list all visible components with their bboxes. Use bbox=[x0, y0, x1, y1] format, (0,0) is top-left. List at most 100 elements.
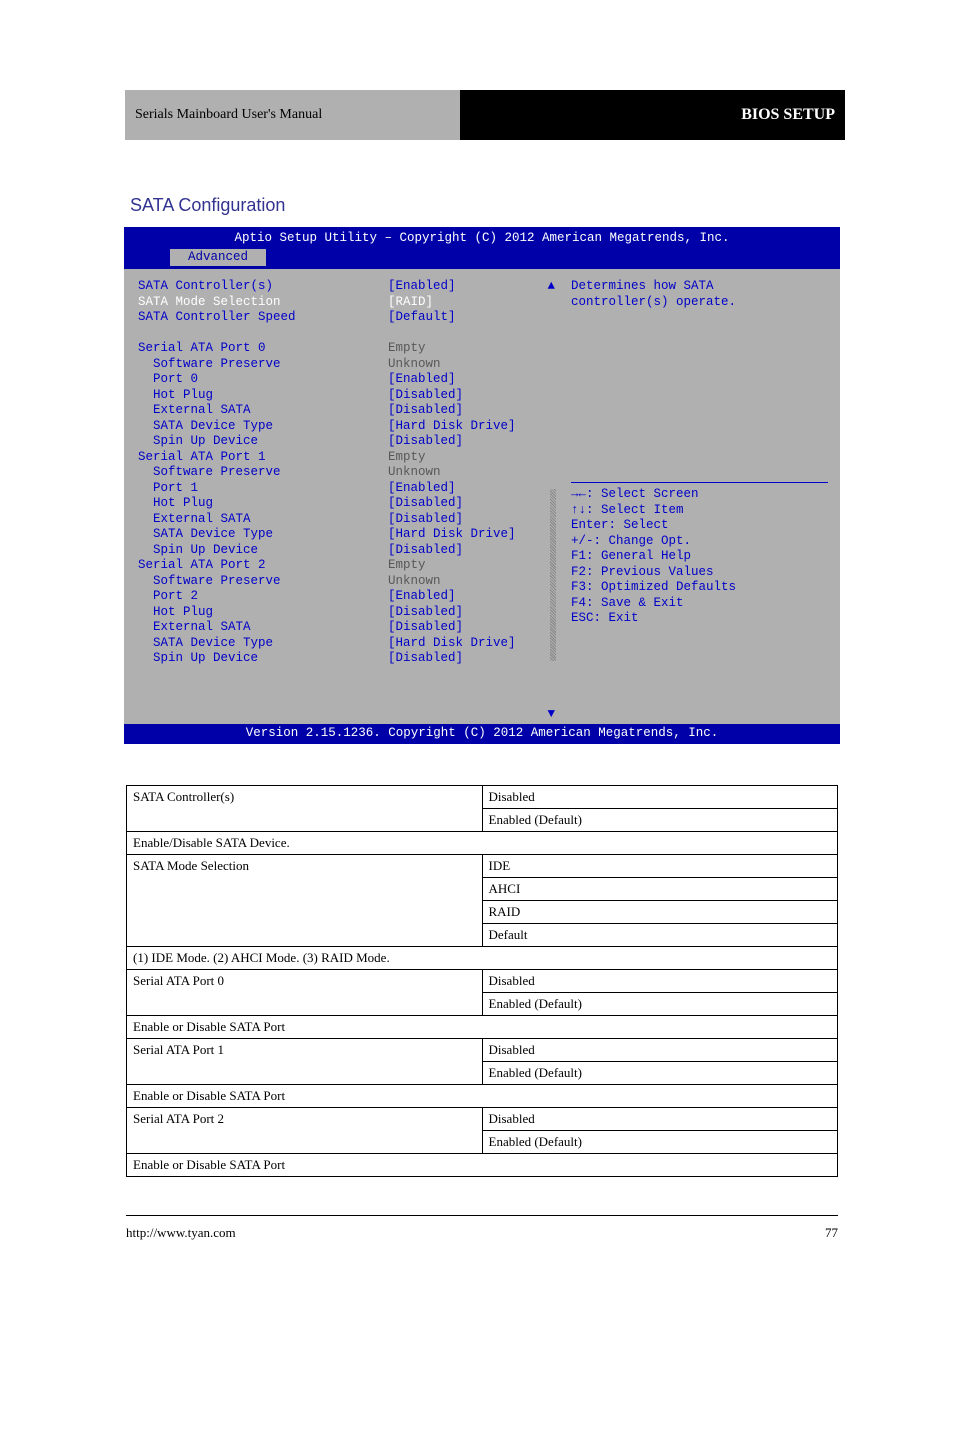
nav-key-line: ↑↓: Select Item bbox=[571, 503, 840, 519]
bios-row[interactable]: Hot Plug[Disabled] bbox=[138, 496, 559, 512]
header-section-text: BIOS SETUP bbox=[460, 90, 845, 140]
scroll-down-icon[interactable]: ▼ bbox=[547, 707, 555, 723]
table-option-value: Disabled bbox=[482, 1039, 838, 1062]
bios-row[interactable]: Spin Up Device[Disabled] bbox=[138, 543, 559, 559]
bios-row-label: Spin Up Device bbox=[138, 434, 388, 450]
bios-row[interactable]: SATA Controller Speed[Default] bbox=[138, 310, 559, 326]
bios-row[interactable]: External SATA[Disabled] bbox=[138, 620, 559, 636]
bios-version-bar: Version 2.15.1236. Copyright (C) 2012 Am… bbox=[124, 724, 840, 744]
bios-right-panel: Determines how SATA controller(s) operat… bbox=[559, 269, 840, 724]
bios-row[interactable]: External SATA[Disabled] bbox=[138, 403, 559, 419]
bios-row-value: [Enabled] bbox=[388, 589, 456, 605]
bios-row[interactable]: SATA Device Type[Hard Disk Drive] bbox=[138, 527, 559, 543]
bios-row-label: External SATA bbox=[138, 512, 388, 528]
bios-row-label: SATA Mode Selection bbox=[138, 295, 388, 311]
table-option-value: Disabled bbox=[482, 786, 838, 809]
nav-key-line: ESC: Exit bbox=[571, 611, 840, 627]
bios-row-label: Software Preserve bbox=[138, 574, 388, 590]
help-text-line: Determines how SATA bbox=[571, 279, 840, 295]
bios-row-value: [Disabled] bbox=[388, 543, 463, 559]
nav-key-line: →←: Select Screen bbox=[571, 487, 840, 503]
bios-row[interactable]: SATA Mode Selection[RAID] bbox=[138, 295, 559, 311]
table-option-description: Enable or Disable SATA Port bbox=[127, 1016, 838, 1039]
table-option-value: Disabled bbox=[482, 970, 838, 993]
table-option-heading: SATA Controller(s) bbox=[127, 786, 483, 832]
bios-row-value: Empty bbox=[388, 558, 426, 574]
bios-row-label: Spin Up Device bbox=[138, 651, 388, 667]
tab-advanced[interactable]: Advanced bbox=[170, 249, 266, 266]
bios-row[interactable]: Software PreserveUnknown bbox=[138, 465, 559, 481]
table-option-description: (1) IDE Mode. (2) AHCI Mode. (3) RAID Mo… bbox=[127, 947, 838, 970]
bios-row[interactable]: Software PreserveUnknown bbox=[138, 357, 559, 373]
bios-row-label: Serial ATA Port 2 bbox=[138, 558, 388, 574]
bios-row-label: SATA Device Type bbox=[138, 419, 388, 435]
help-divider bbox=[571, 482, 828, 483]
bios-row-label: Serial ATA Port 1 bbox=[138, 450, 388, 466]
bios-row[interactable]: Serial ATA Port 0Empty bbox=[138, 341, 559, 357]
table-option-value: Disabled bbox=[482, 1108, 838, 1131]
bios-left-panel: ▲ ▼ SATA Controller(s)[Enabled]SATA Mode… bbox=[124, 269, 559, 724]
bios-row-value: [Disabled] bbox=[388, 651, 463, 667]
bios-row[interactable]: SATA Device Type[Hard Disk Drive] bbox=[138, 636, 559, 652]
scroll-up-icon[interactable]: ▲ bbox=[547, 279, 555, 295]
bios-row-label: Port 0 bbox=[138, 372, 388, 388]
bios-row-value: Empty bbox=[388, 341, 426, 357]
bios-row-value: [Enabled] bbox=[388, 372, 456, 388]
table-option-heading: Serial ATA Port 0 bbox=[127, 970, 483, 1016]
bios-row[interactable]: Hot Plug[Disabled] bbox=[138, 388, 559, 404]
bios-row[interactable]: Software PreserveUnknown bbox=[138, 574, 559, 590]
bios-tab-bar: Advanced bbox=[124, 249, 840, 269]
bios-row[interactable]: SATA Controller(s)[Enabled] bbox=[138, 279, 559, 295]
table-option-value: Enabled (Default) bbox=[482, 993, 838, 1016]
bios-row-value: [Enabled] bbox=[388, 481, 456, 497]
bios-row[interactable]: Port 2[Enabled] bbox=[138, 589, 559, 605]
bios-row-label: Spin Up Device bbox=[138, 543, 388, 559]
table-option-description: Enable/Disable SATA Device. bbox=[127, 832, 838, 855]
table-option-value: AHCI bbox=[482, 878, 838, 901]
bios-row-label: Port 2 bbox=[138, 589, 388, 605]
bios-row[interactable]: Port 1[Enabled] bbox=[138, 481, 559, 497]
nav-key-line: +/-: Change Opt. bbox=[571, 534, 840, 550]
bios-row[interactable]: Spin Up Device[Disabled] bbox=[138, 651, 559, 667]
bios-row-value: [Default] bbox=[388, 310, 456, 326]
bios-row[interactable]: SATA Device Type[Hard Disk Drive] bbox=[138, 419, 559, 435]
bios-row-label: Hot Plug bbox=[138, 388, 388, 404]
bios-row[interactable]: Port 0[Enabled] bbox=[138, 372, 559, 388]
bios-row-value: [Hard Disk Drive] bbox=[388, 419, 516, 435]
footer-url: http://www.tyan.com bbox=[126, 1225, 236, 1241]
bios-row-label: Hot Plug bbox=[138, 496, 388, 512]
bios-row-value: Empty bbox=[388, 450, 426, 466]
table-option-value: IDE bbox=[482, 855, 838, 878]
bios-body: ▲ ▼ SATA Controller(s)[Enabled]SATA Mode… bbox=[124, 269, 840, 724]
table-option-value: Enabled (Default) bbox=[482, 809, 838, 832]
bios-row-value: [Disabled] bbox=[388, 403, 463, 419]
bios-row-value: [Hard Disk Drive] bbox=[388, 527, 516, 543]
bios-row[interactable]: Spin Up Device[Disabled] bbox=[138, 434, 559, 450]
help-text-line: controller(s) operate. bbox=[571, 295, 840, 311]
bios-row[interactable]: Hot Plug[Disabled] bbox=[138, 605, 559, 621]
bios-row[interactable]: Serial ATA Port 1Empty bbox=[138, 450, 559, 466]
bios-title-bar: Aptio Setup Utility – Copyright (C) 2012… bbox=[124, 227, 840, 249]
page-number: 77 bbox=[825, 1225, 838, 1241]
options-table: SATA Controller(s)DisabledEnabled (Defau… bbox=[126, 785, 838, 1177]
page-header: Serials Mainboard User's Manual BIOS SET… bbox=[125, 90, 845, 140]
bios-row-value: [RAID] bbox=[388, 295, 433, 311]
bios-row[interactable]: Serial ATA Port 2Empty bbox=[138, 558, 559, 574]
nav-key-line: F3: Optimized Defaults bbox=[571, 580, 840, 596]
section-title: SATA Configuration bbox=[130, 195, 285, 216]
bios-row-value: [Disabled] bbox=[388, 496, 463, 512]
scroll-track[interactable] bbox=[550, 489, 556, 661]
nav-key-line: F1: General Help bbox=[571, 549, 840, 565]
bios-row-label: Port 1 bbox=[138, 481, 388, 497]
table-option-heading: Serial ATA Port 1 bbox=[127, 1039, 483, 1085]
bios-row-label: SATA Device Type bbox=[138, 527, 388, 543]
bios-row[interactable]: External SATA[Disabled] bbox=[138, 512, 559, 528]
bios-row-label: SATA Device Type bbox=[138, 636, 388, 652]
table-option-heading: Serial ATA Port 2 bbox=[127, 1108, 483, 1154]
bios-row-value: [Disabled] bbox=[388, 605, 463, 621]
footer-divider bbox=[126, 1215, 838, 1216]
bios-row-value: Unknown bbox=[388, 465, 441, 481]
table-option-value: RAID bbox=[482, 901, 838, 924]
bios-row[interactable] bbox=[138, 326, 559, 342]
header-manual-text: Serials Mainboard User's Manual bbox=[125, 90, 460, 140]
